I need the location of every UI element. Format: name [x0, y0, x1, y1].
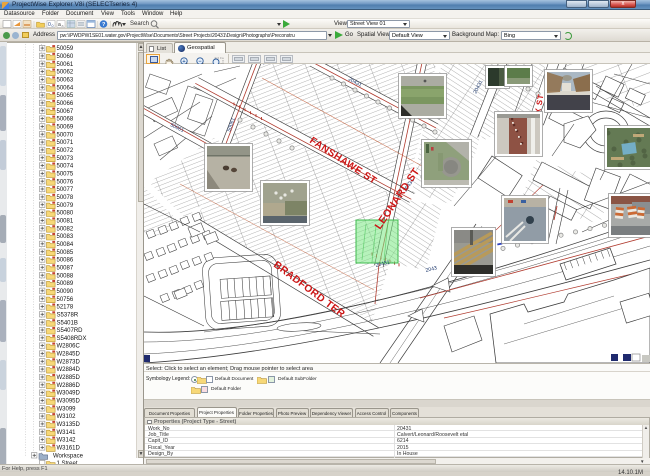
svg-text:50075: 50075: [57, 172, 74, 178]
svg-text:50088: 50088: [57, 273, 74, 279]
svg-text:50074: 50074: [57, 164, 74, 170]
svg-text:W3095D: W3095D: [57, 399, 81, 405]
svg-text:S5401B: S5401B: [57, 320, 78, 326]
svg-text:W2806C: W2806C: [57, 344, 81, 350]
svg-text:Workspace: Workspace: [53, 453, 84, 459]
svg-text:50077: 50077: [57, 187, 74, 193]
svg-text:50084: 50084: [57, 242, 74, 248]
svg-text:50073: 50073: [57, 156, 74, 162]
svg-text:W2845D: W2845D: [57, 352, 81, 358]
svg-text:50083: 50083: [57, 234, 74, 240]
svg-text:50090: 50090: [57, 289, 74, 295]
svg-text:W2873D: W2873D: [57, 359, 81, 365]
svg-text:W3135D: W3135D: [57, 422, 81, 428]
svg-text:50085: 50085: [57, 250, 74, 256]
svg-text:50065: 50065: [57, 93, 74, 99]
svg-text:50066: 50066: [57, 101, 74, 107]
svg-text:50067: 50067: [57, 109, 74, 115]
svg-text:50071: 50071: [57, 140, 74, 146]
svg-text:50086: 50086: [57, 258, 74, 264]
svg-text:50059: 50059: [57, 46, 74, 52]
svg-text:50082: 50082: [57, 226, 74, 232]
svg-text:50078: 50078: [57, 195, 74, 201]
svg-text:W3142: W3142: [57, 438, 77, 444]
svg-text:W3099: W3099: [57, 406, 77, 412]
svg-text:50070: 50070: [57, 132, 74, 138]
svg-text:a: a: [62, 24, 64, 28]
svg-text:W2884D: W2884D: [57, 367, 81, 373]
svg-text:50068: 50068: [57, 117, 74, 123]
svg-text:50756: 50756: [57, 297, 74, 303]
svg-text:W3141: W3141: [57, 430, 77, 436]
svg-text:50081: 50081: [57, 219, 74, 225]
svg-text:50061: 50061: [57, 62, 74, 68]
svg-text:W2886D: W2886D: [57, 383, 81, 389]
svg-text:50089: 50089: [57, 281, 74, 287]
svg-text:W3102: W3102: [57, 414, 77, 420]
svg-text:W3161D: W3161D: [57, 446, 81, 452]
svg-text:S5407RD: S5407RD: [57, 328, 84, 334]
svg-text:S5408RDX: S5408RDX: [57, 336, 87, 342]
svg-text:W3049D: W3049D: [57, 391, 81, 397]
svg-text:50079: 50079: [57, 203, 74, 209]
svg-text:50072: 50072: [57, 148, 74, 154]
svg-text:50087: 50087: [57, 265, 74, 271]
svg-text:0: 0: [52, 24, 54, 28]
svg-text:50076: 50076: [57, 179, 74, 185]
svg-text:50063: 50063: [57, 78, 74, 84]
svg-text:50064: 50064: [57, 85, 74, 91]
svg-text:52178: 52178: [57, 305, 74, 311]
svg-text:50060: 50060: [57, 54, 74, 60]
svg-text:50080: 50080: [57, 211, 74, 217]
svg-text:50069: 50069: [57, 125, 74, 131]
svg-text:50062: 50062: [57, 70, 74, 76]
svg-text:W2885D: W2885D: [57, 375, 81, 381]
svg-text:S5378R: S5378R: [57, 312, 79, 318]
